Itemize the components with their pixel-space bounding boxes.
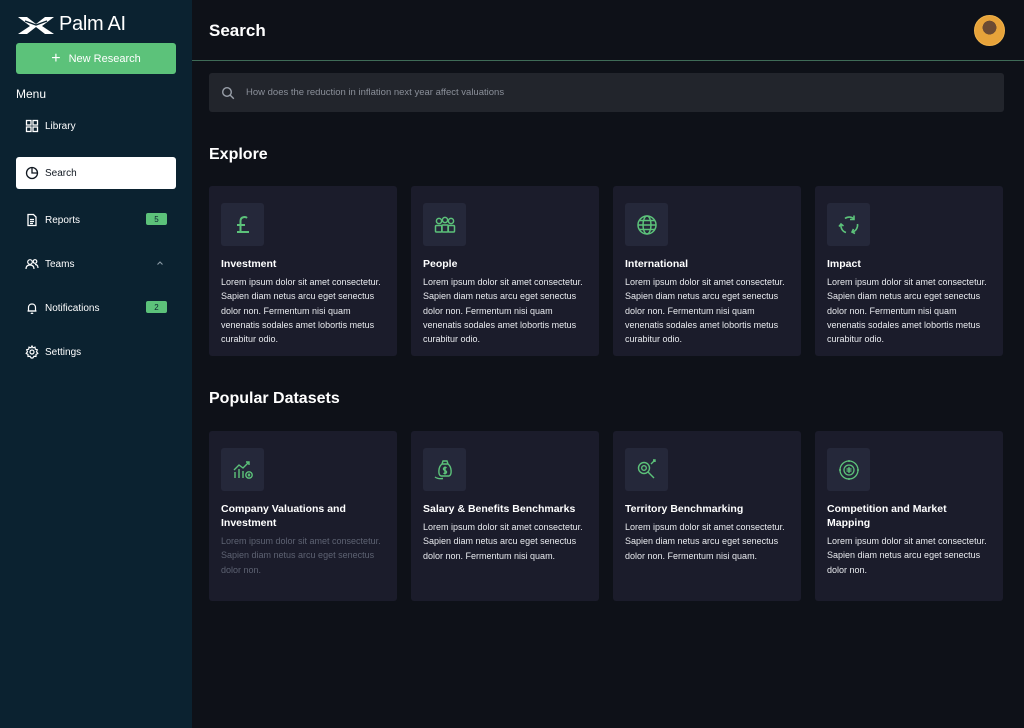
- plus-icon: +: [51, 49, 61, 67]
- new-research-label: New Research: [68, 52, 141, 65]
- notifications-count-badge: 2: [146, 301, 167, 313]
- dataset-card-competition-mapping[interactable]: Competition and Market Mapping Lorem ips…: [815, 431, 1003, 601]
- card-description: Lorem ipsum dolor sit amet consectetur. …: [625, 277, 785, 345]
- dataset-card-territory-benchmarking[interactable]: Territory Benchmarking Lorem ipsum dolor…: [613, 431, 801, 601]
- search-icon: [221, 86, 235, 99]
- sidebar-item-label: Reports: [45, 214, 81, 226]
- card-description: Lorem ipsum dolor sit amet consectetur. …: [423, 277, 583, 345]
- recycle-icon: [827, 203, 870, 246]
- grid-icon: [25, 119, 39, 133]
- dataset-card-company-valuations[interactable]: Company Valuations and Investment Lorem …: [209, 431, 397, 601]
- card-title: Territory Benchmarking: [625, 503, 744, 515]
- sidebar-item-label: Settings: [45, 346, 82, 358]
- market-map-icon: [827, 448, 870, 491]
- sidebar-item-label: Notifications: [45, 302, 100, 314]
- pie-chart-icon: [25, 166, 39, 180]
- card-description: Lorem ipsum dolor sit amet consectetur. …: [625, 522, 785, 561]
- sidebar-item-teams[interactable]: Teams: [16, 248, 176, 280]
- card-title: People: [423, 258, 458, 270]
- card-title: Investment: [221, 258, 277, 270]
- main-content: Search Explore Investment Lorem ipsum do…: [192, 0, 1024, 728]
- people-group-icon: [423, 203, 466, 246]
- explore-card-people[interactable]: People Lorem ipsum dolor sit amet consec…: [411, 186, 599, 356]
- globe-icon: [625, 203, 668, 246]
- sidebar-item-label: Search: [45, 167, 77, 179]
- target-search-icon: [625, 448, 668, 491]
- sidebar-item-reports[interactable]: Reports 5: [16, 204, 176, 236]
- app: Palm AI + New Research Menu Library Sear…: [0, 0, 1024, 728]
- growth-chart-icon: [221, 448, 264, 491]
- card-title: Competition and Market Mapping: [827, 503, 947, 529]
- card-title: International: [625, 258, 689, 270]
- users-icon: [25, 257, 39, 271]
- sidebar-item-search[interactable]: Search: [16, 157, 176, 189]
- search-input[interactable]: [246, 87, 946, 98]
- sidebar-item-notifications[interactable]: Notifications 2: [16, 292, 176, 324]
- popular-datasets-section-title: Popular Datasets: [209, 390, 340, 407]
- document-icon: [25, 213, 39, 227]
- card-description: Lorem ipsum dolor sit amet consectetur. …: [827, 277, 987, 345]
- card-description: Lorem ipsum dolor sit amet consectetur. …: [423, 522, 583, 561]
- explore-card-impact[interactable]: Impact Lorem ipsum dolor sit amet consec…: [815, 186, 1003, 356]
- new-research-button[interactable]: + New Research: [16, 43, 176, 74]
- card-description: Lorem ipsum dolor sit amet consectetur. …: [221, 536, 381, 575]
- sidebar-item-label: Library: [45, 120, 76, 132]
- brand-name: Palm AI: [59, 13, 126, 35]
- card-description: Lorem ipsum dolor sit amet consectetur. …: [827, 536, 987, 575]
- sidebar-item-library[interactable]: Library: [16, 110, 176, 142]
- header-divider: [192, 60, 1024, 61]
- explore-section-title: Explore: [209, 146, 268, 163]
- user-avatar[interactable]: [974, 15, 1005, 46]
- reports-count-badge: 5: [146, 213, 167, 225]
- card-description: Lorem ipsum dolor sit amet consectetur. …: [221, 277, 381, 345]
- money-bag-icon: [423, 448, 466, 491]
- palm-logo-icon: [18, 16, 54, 34]
- explore-card-international[interactable]: International Lorem ipsum dolor sit amet…: [613, 186, 801, 356]
- bell-icon: [25, 301, 39, 315]
- card-title: Salary & Benefits Benchmarks: [423, 503, 576, 515]
- logo[interactable]: Palm AI: [17, 13, 126, 36]
- page-title: Search: [209, 21, 266, 40]
- sidebar: Palm AI + New Research Menu Library Sear…: [0, 0, 192, 728]
- card-title: Company Valuations and Investment: [221, 503, 346, 529]
- sidebar-item-label: Teams: [45, 258, 75, 270]
- card-title: Impact: [827, 258, 861, 270]
- dataset-card-salary-benefits[interactable]: Salary & Benefits Benchmarks Lorem ipsum…: [411, 431, 599, 601]
- sidebar-item-settings[interactable]: Settings: [16, 336, 176, 368]
- pound-icon: [221, 203, 264, 246]
- chevron-up-icon[interactable]: [156, 259, 164, 267]
- gear-icon: [25, 345, 39, 359]
- menu-label: Menu: [16, 87, 47, 101]
- explore-card-investment[interactable]: Investment Lorem ipsum dolor sit amet co…: [209, 186, 397, 356]
- search-bar[interactable]: [209, 73, 1004, 112]
